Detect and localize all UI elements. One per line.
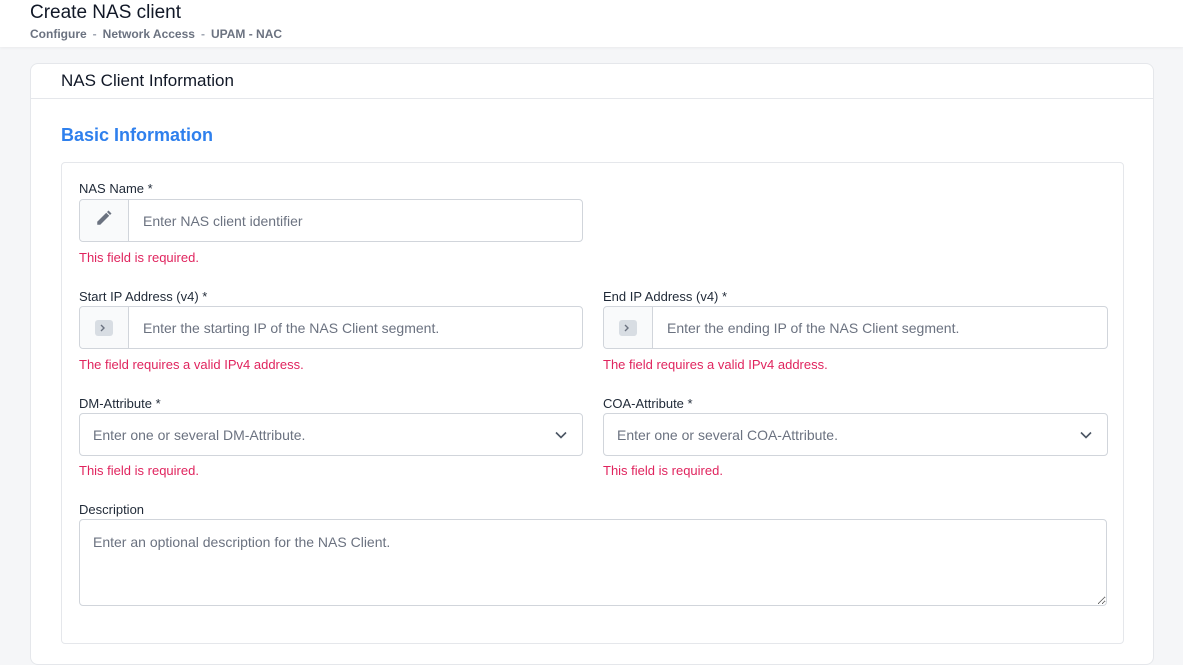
end-ip-input[interactable] bbox=[653, 307, 1107, 348]
breadcrumb: Configure - Network Access - UPAM - NAC bbox=[30, 27, 282, 41]
description-textarea[interactable] bbox=[79, 519, 1107, 606]
breadcrumb-separator: - bbox=[200, 27, 205, 41]
start-ip-error: The field requires a valid IPv4 address. bbox=[79, 357, 304, 372]
nas-name-input[interactable] bbox=[129, 200, 582, 241]
breadcrumb-item-configure[interactable]: Configure bbox=[30, 27, 87, 41]
dm-attribute-select[interactable]: Enter one or several DM-Attribute. bbox=[79, 413, 583, 456]
start-ip-input[interactable] bbox=[129, 307, 582, 348]
card-title: NAS Client Information bbox=[61, 71, 234, 90]
end-ip-label: End IP Address (v4) * bbox=[603, 289, 728, 304]
coa-attribute-placeholder: Enter one or several COA-Attribute. bbox=[617, 426, 838, 443]
section-title: Basic Information bbox=[61, 125, 214, 145]
basic-information-form: NAS Name * This field is required. Start… bbox=[61, 162, 1124, 644]
end-ip-input-group bbox=[603, 306, 1108, 349]
coa-attribute-select[interactable]: Enter one or several COA-Attribute. bbox=[603, 413, 1108, 456]
start-ip-input-group bbox=[79, 306, 583, 349]
dm-attribute-error: This field is required. bbox=[79, 463, 199, 478]
nas-name-input-group bbox=[79, 199, 583, 242]
start-ip-addon bbox=[80, 307, 129, 348]
chevron-down-icon bbox=[1079, 428, 1093, 442]
dm-attribute-label: DM-Attribute * bbox=[79, 396, 161, 411]
terminal-icon bbox=[95, 319, 113, 336]
nas-client-card: NAS Client Information Basic Information… bbox=[30, 63, 1154, 665]
breadcrumb-item-network-access[interactable]: Network Access bbox=[103, 27, 195, 41]
card-header: NAS Client Information bbox=[31, 64, 1153, 99]
coa-attribute-label: COA-Attribute * bbox=[603, 396, 693, 411]
start-ip-label: Start IP Address (v4) * bbox=[79, 289, 208, 304]
nas-name-error: This field is required. bbox=[79, 250, 199, 265]
dm-attribute-placeholder: Enter one or several DM-Attribute. bbox=[93, 426, 306, 443]
page-header: Create NAS client Configure - Network Ac… bbox=[0, 0, 1183, 47]
nas-name-label: NAS Name * bbox=[79, 181, 153, 196]
breadcrumb-item-upam-nac[interactable]: UPAM - NAC bbox=[211, 27, 282, 41]
pencil-icon bbox=[95, 209, 113, 232]
terminal-icon bbox=[619, 319, 637, 336]
chevron-down-icon bbox=[554, 428, 568, 442]
description-label: Description bbox=[79, 502, 145, 517]
nas-name-addon bbox=[80, 200, 129, 241]
page-title: Create NAS client bbox=[30, 2, 182, 23]
end-ip-addon bbox=[604, 307, 653, 348]
end-ip-error: The field requires a valid IPv4 address. bbox=[603, 357, 828, 372]
coa-attribute-error: This field is required. bbox=[603, 463, 723, 478]
breadcrumb-separator: - bbox=[92, 27, 97, 41]
